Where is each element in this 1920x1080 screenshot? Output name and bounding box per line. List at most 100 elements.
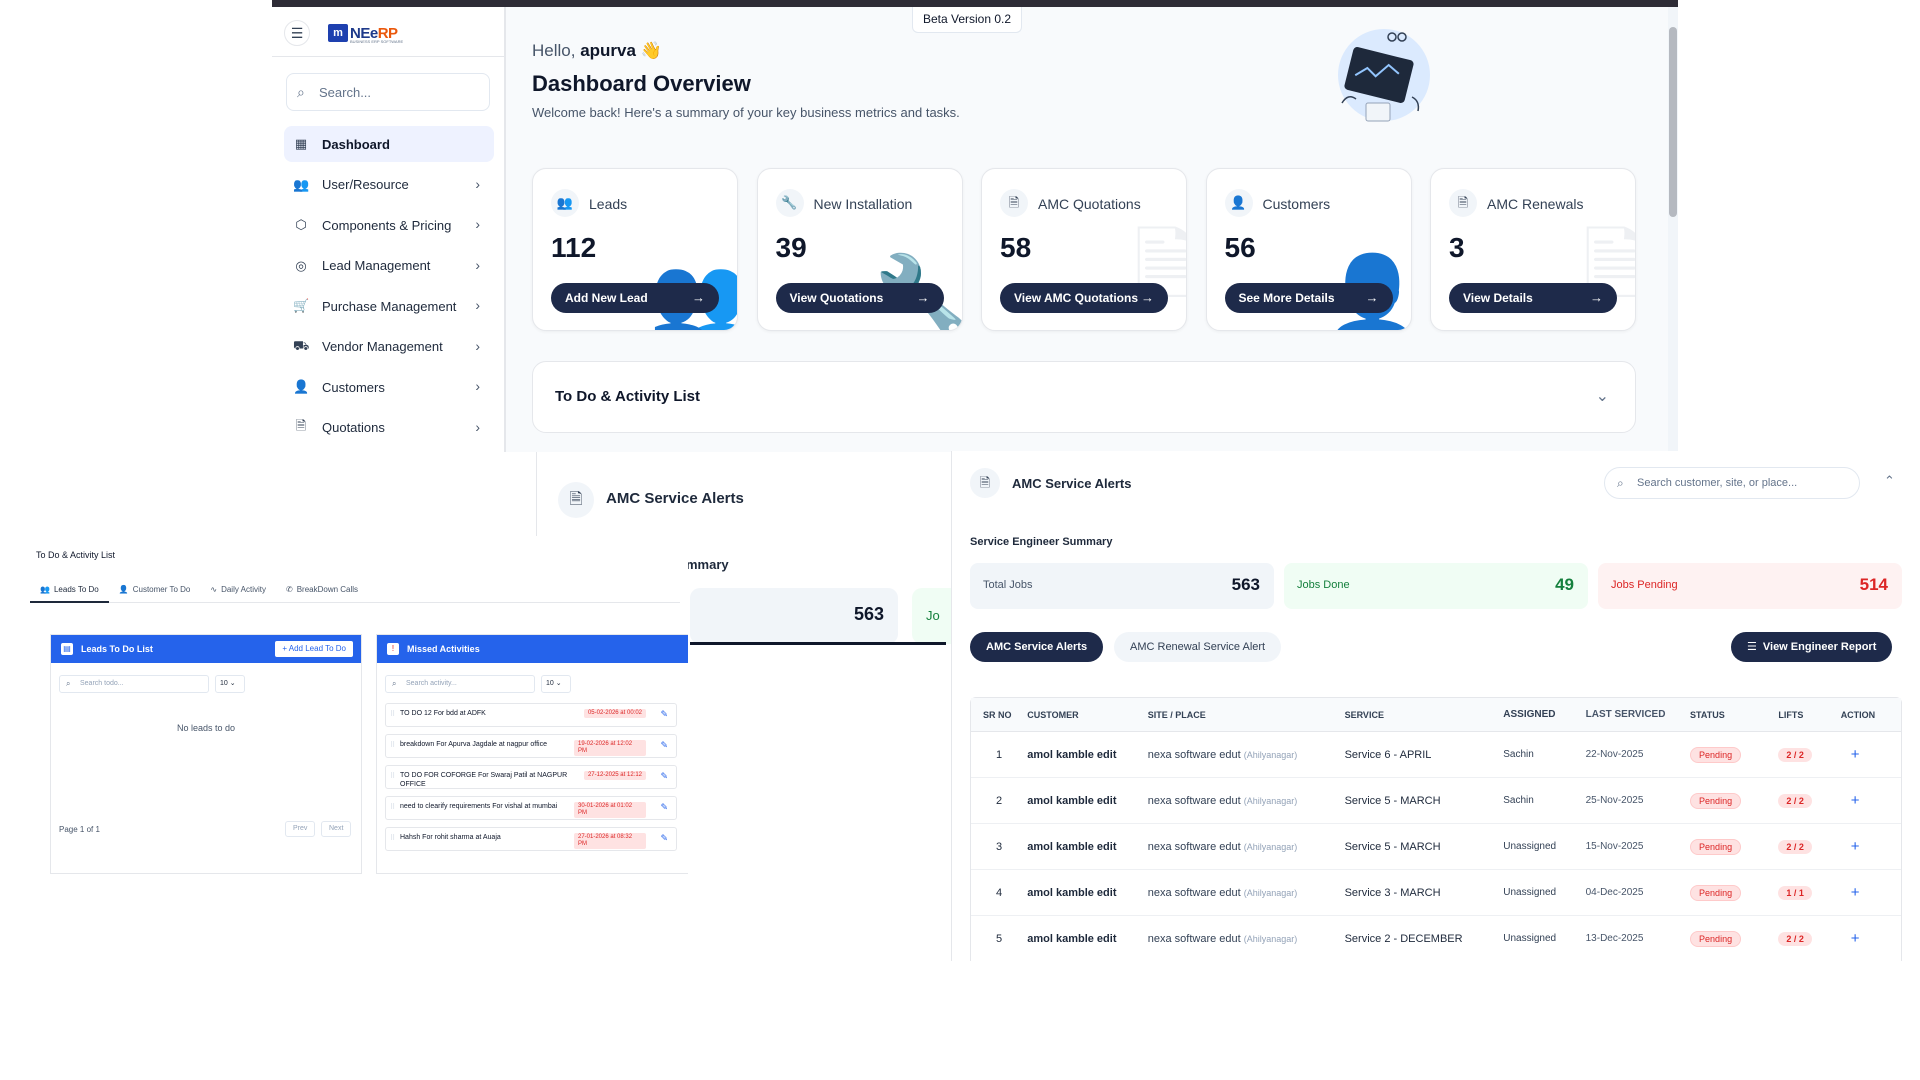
list-item[interactable]: ⠿ TO DO 12 For bdd at ADFK 05-02-2026 at 0… (385, 703, 677, 727)
cell-action: + (1840, 732, 1901, 778)
list-item[interactable]: ⠿ need to clearify requirements For visha… (385, 796, 677, 820)
document-icon: 🗎 (1000, 189, 1028, 217)
activity-text: Hahsh For rohit sharma at Auaja (400, 834, 501, 841)
user-check-icon: 👤 (293, 379, 310, 394)
tab-amc-renewal-service-alert[interactable]: AMC Renewal Service Alert (1114, 632, 1282, 662)
add-icon[interactable]: + (1841, 838, 1860, 855)
activity-date-badge: 19-02-2026 at 12:02 PM (574, 740, 646, 756)
cell-lifts: 2 / 2 (1778, 732, 1841, 778)
beta-version-badge: Beta Version 0.2 (912, 7, 1022, 33)
list-item[interactable]: ⠿ breakdown For Apurva Jagdale at nagpur … (385, 734, 677, 758)
users-icon: 👥 (293, 176, 310, 192)
drag-handle-icon[interactable]: ⠿ (390, 710, 395, 718)
chevron-right-icon: › (475, 216, 480, 232)
arrow-right-icon: → (1590, 290, 1603, 305)
sidebar-search-input[interactable] (319, 82, 479, 102)
metric-card-amc-quotations: 🗎🗎AMC Quotations58View AMC Quotations→ (981, 168, 1187, 331)
cell-site: nexa software edut (Ahilyanagar) (1147, 778, 1345, 824)
todo-activity-panel[interactable]: To Do & Activity List ⌄ (532, 361, 1636, 433)
chevron-down-icon[interactable]: ⌄ (1596, 386, 1609, 406)
sidebar-item-label: User/Resource (322, 177, 409, 192)
total-fragment: 563 (690, 588, 898, 644)
tab-leads-to-do[interactable]: 👥 Leads To Do (30, 579, 109, 603)
lifts-badge: 2 / 2 (1778, 793, 1812, 808)
tab-amc-service-alerts[interactable]: AMC Service Alerts (970, 632, 1104, 662)
logo[interactable]: m NEeRP BUSINESS ERP SOFTWARE (328, 21, 403, 45)
sidebar-item-lead-management[interactable]: ◎ Lead Management › (284, 248, 494, 284)
sidebar-item-components-pricing[interactable]: ⬡ Components & Pricing › (284, 207, 494, 243)
card-action-button[interactable]: See More Details → (1224, 283, 1393, 313)
sidebar-item-customers[interactable]: 👤 Customers › (284, 369, 494, 405)
sidebar-item-quotations[interactable]: 🗎 Quotations › (284, 410, 494, 446)
cell-action: + (1840, 824, 1901, 870)
edit-icon[interactable]: ✎ (660, 740, 668, 751)
chevron-up-icon[interactable]: ⌃ (1884, 473, 1895, 489)
missed-panel-header: ! Missed Activities (377, 635, 688, 663)
edit-icon[interactable]: ✎ (660, 802, 668, 813)
menu-toggle-button[interactable]: ☰ (284, 20, 310, 46)
stat-total-jobs: Total Jobs 563 (970, 563, 1274, 609)
lifts-badge: 2 / 2 (1778, 747, 1812, 762)
cell-customer: amol kamble edit (1027, 778, 1148, 824)
activity-search-input[interactable]: ⌕ Search activity... (385, 675, 535, 693)
edit-icon[interactable]: ✎ (660, 771, 668, 782)
card-action-button[interactable]: Add New Lead → (551, 283, 719, 313)
next-button[interactable]: Next (321, 821, 352, 837)
amc-panel-title: AMC Service Alerts (1012, 476, 1132, 491)
sidebar-item-vendor-management[interactable]: ⛟ Vendor Management › (284, 329, 494, 365)
sidebar: ☰ m NEeRP BUSINESS ERP SOFTWARE ⌕ ▦ Dashb… (272, 7, 506, 452)
sidebar-search[interactable]: ⌕ (286, 73, 490, 111)
scrollbar[interactable] (1668, 7, 1678, 452)
cell-customer: amol kamble edit (1027, 870, 1148, 916)
cell-status: Pending (1690, 870, 1779, 916)
cell-status: Pending (1690, 916, 1778, 961)
cell-service: Service 5 - MARCH (1344, 778, 1504, 824)
tab-daily-activity[interactable]: ∿ Daily Activity (200, 579, 276, 603)
view-engineer-report-button[interactable]: ☰ View Engineer Report (1731, 632, 1893, 662)
card-action-button[interactable]: View Details → (1449, 283, 1617, 313)
list-item[interactable]: ⠿ TO DO FOR COFORGE For Swaraj Patil at N… (385, 765, 677, 789)
drag-handle-icon[interactable]: ⠿ (390, 803, 395, 811)
card-action-button[interactable]: View Quotations → (775, 283, 944, 313)
amc-search-input[interactable] (1637, 475, 1847, 491)
cell-action: + (1840, 778, 1901, 824)
prev-button[interactable]: Prev (285, 821, 316, 837)
tab-breakdown-calls[interactable]: ✆ BreakDown Calls (276, 579, 368, 603)
add-icon[interactable]: + (1841, 884, 1860, 901)
truck-icon: ⛟ (293, 337, 310, 353)
greeting: Hello, apurva 👋 (532, 41, 662, 60)
activity-text: TO DO 12 For bdd at ADFK (400, 710, 486, 717)
table-body: 1 amol kamble edit nexa software edut (Ahi… (971, 732, 1901, 961)
edit-icon[interactable]: ✎ (660, 833, 668, 844)
lifts-badge: 2 / 2 (1778, 839, 1812, 854)
table-row: 5 amol kamble edit nexa software edut (Ahi… (971, 916, 1901, 961)
sidebar-item-jobs[interactable]: 💼Jobs› (284, 450, 494, 452)
add-icon[interactable]: + (1841, 746, 1860, 763)
leads-page-size-select[interactable]: 10 ⌄ (215, 675, 245, 693)
drag-handle-icon[interactable]: ⠿ (390, 741, 395, 749)
card-action-button[interactable]: View AMC Quotations → (1000, 283, 1168, 313)
sidebar-item-user-resource[interactable]: 👥 User/Resource › (284, 167, 494, 203)
arrow-right-icon: → (692, 290, 705, 305)
card-value: 112 (551, 232, 597, 263)
status-badge: Pending (1690, 746, 1742, 763)
amc-search[interactable]: ⌕ (1604, 467, 1860, 499)
drag-handle-icon[interactable]: ⠿ (390, 772, 395, 780)
activity-date-badge: 27-01-2026 at 08:32 PM (574, 833, 646, 849)
column-header: ACTION (1840, 698, 1901, 732)
activity-page-size-select[interactable]: 10 ⌄ (541, 675, 571, 693)
leads-search-input[interactable]: ⌕ Search todo... (59, 675, 209, 693)
sidebar-item-dashboard[interactable]: ▦ Dashboard (284, 126, 494, 162)
add-icon[interactable]: + (1841, 930, 1860, 947)
card-label: New Installation (813, 196, 913, 212)
scrollbar-thumb[interactable] (1669, 27, 1677, 217)
table-row: 3 amol kamble edit nexa software edut (Ahi… (971, 824, 1901, 870)
add-lead-todo-button[interactable]: + Add Lead To Do (275, 641, 353, 657)
list-item[interactable]: ⠿ Hahsh For rohit sharma at Auaja 27-01-20… (385, 827, 677, 851)
sidebar-item-purchase-management[interactable]: 🛒 Purchase Management › (284, 288, 494, 324)
metric-card-new-installation: 🔧🔧New Installation39View Quotations→ (756, 168, 963, 331)
add-icon[interactable]: + (1841, 792, 1860, 809)
edit-icon[interactable]: ✎ (660, 709, 668, 720)
drag-handle-icon[interactable]: ⠿ (390, 834, 395, 842)
tab-customer-to-do[interactable]: 👤 Customer To Do (109, 579, 201, 603)
